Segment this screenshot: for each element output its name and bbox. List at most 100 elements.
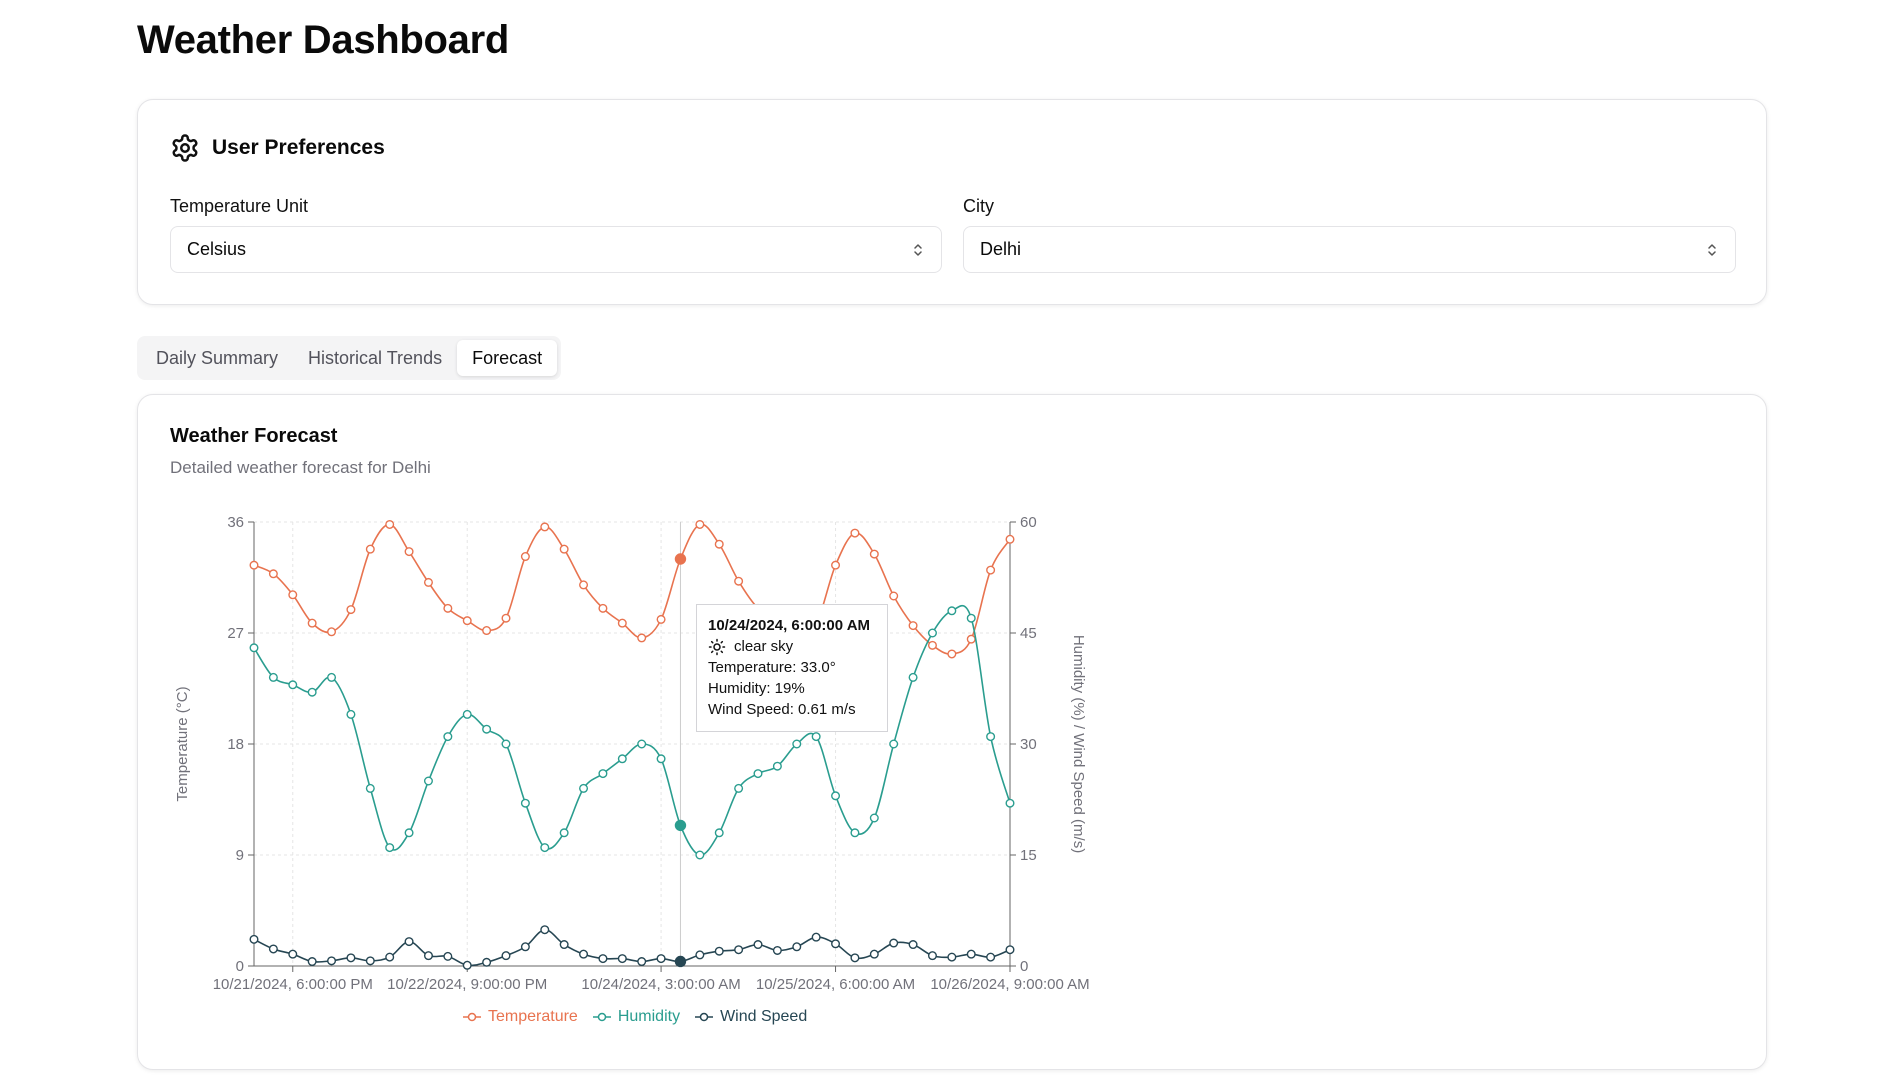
data-point-temperature[interactable] <box>869 549 879 559</box>
data-point-wind-speed[interactable] <box>869 949 879 959</box>
data-point-temperature[interactable] <box>617 618 627 628</box>
legend-item-humidity[interactable]: Humidity <box>592 1008 680 1026</box>
data-point-wind-speed[interactable] <box>734 945 744 955</box>
data-point-temperature[interactable] <box>579 580 589 590</box>
legend-item-temperature[interactable]: Temperature <box>462 1008 578 1026</box>
data-point-humidity[interactable] <box>656 754 666 764</box>
data-point-humidity[interactable] <box>268 672 278 682</box>
data-point-temperature[interactable] <box>1005 534 1015 544</box>
data-point-wind-speed[interactable] <box>249 934 259 944</box>
data-point-temperature[interactable] <box>908 621 918 631</box>
data-point-temperature[interactable] <box>327 627 337 637</box>
data-point-temperature[interactable] <box>674 553 687 565</box>
data-point-wind-speed[interactable] <box>753 940 763 950</box>
data-point-humidity[interactable] <box>772 761 782 771</box>
data-point-wind-speed[interactable] <box>404 937 414 947</box>
data-point-temperature[interactable] <box>850 528 860 538</box>
data-point-humidity[interactable] <box>443 732 453 742</box>
data-point-humidity[interactable] <box>889 739 899 749</box>
data-point-wind-speed[interactable] <box>695 950 705 960</box>
data-point-temperature[interactable] <box>443 603 453 613</box>
data-point-humidity[interactable] <box>695 850 705 860</box>
data-point-humidity[interactable] <box>947 606 957 616</box>
data-point-humidity[interactable] <box>850 828 860 838</box>
forecast-chart[interactable]: 0 9 18 27 36 0 15 30 45 60 10/21/2024, 6:00:00 PM 1… <box>0 0 1894 1076</box>
data-point-humidity[interactable] <box>908 672 918 682</box>
data-point-wind-speed[interactable] <box>1005 945 1015 955</box>
data-point-temperature[interactable] <box>249 560 259 570</box>
data-point-temperature[interactable] <box>714 539 724 549</box>
data-point-temperature[interactable] <box>889 591 899 601</box>
data-point-wind-speed[interactable] <box>501 951 511 961</box>
data-point-humidity[interactable] <box>831 791 841 801</box>
data-point-humidity[interactable] <box>753 769 763 779</box>
data-point-humidity[interactable] <box>927 628 937 638</box>
data-point-wind-speed[interactable] <box>850 953 860 963</box>
data-point-wind-speed[interactable] <box>656 954 666 964</box>
data-point-temperature[interactable] <box>966 634 976 644</box>
legend-item-wind-speed[interactable]: Wind Speed <box>694 1008 807 1026</box>
data-point-temperature[interactable] <box>637 633 647 643</box>
data-point-temperature[interactable] <box>365 544 375 554</box>
data-point-wind-speed[interactable] <box>482 957 492 967</box>
data-point-wind-speed[interactable] <box>598 954 608 964</box>
data-point-wind-speed[interactable] <box>268 944 278 954</box>
data-point-wind-speed[interactable] <box>674 955 687 968</box>
data-point-wind-speed[interactable] <box>520 942 530 952</box>
data-point-wind-speed[interactable] <box>307 957 317 967</box>
data-point-humidity[interactable] <box>249 643 259 653</box>
data-point-wind-speed[interactable] <box>462 960 472 970</box>
data-point-temperature[interactable] <box>831 560 841 570</box>
data-point-humidity[interactable] <box>404 828 414 838</box>
data-point-temperature[interactable] <box>462 616 472 626</box>
data-point-temperature[interactable] <box>288 590 298 600</box>
data-point-humidity[interactable] <box>559 828 569 838</box>
data-point-wind-speed[interactable] <box>559 940 569 950</box>
data-point-temperature[interactable] <box>734 576 744 586</box>
data-point-humidity[interactable] <box>365 783 375 793</box>
data-point-humidity[interactable] <box>520 798 530 808</box>
data-point-temperature[interactable] <box>404 547 414 557</box>
data-point-humidity[interactable] <box>540 843 550 853</box>
data-point-humidity[interactable] <box>714 828 724 838</box>
data-point-temperature[interactable] <box>423 577 433 587</box>
data-point-wind-speed[interactable] <box>811 932 821 942</box>
data-point-humidity[interactable] <box>307 687 317 697</box>
data-point-humidity[interactable] <box>579 783 589 793</box>
data-point-humidity[interactable] <box>811 732 821 742</box>
data-point-wind-speed[interactable] <box>889 938 899 948</box>
data-point-temperature[interactable] <box>598 603 608 613</box>
data-point-wind-speed[interactable] <box>385 952 395 962</box>
data-point-wind-speed[interactable] <box>617 954 627 964</box>
data-point-wind-speed[interactable] <box>908 940 918 950</box>
data-point-wind-speed[interactable] <box>327 956 337 966</box>
data-point-temperature[interactable] <box>540 522 550 532</box>
data-point-wind-speed[interactable] <box>288 949 298 959</box>
data-point-wind-speed[interactable] <box>927 951 937 961</box>
data-point-temperature[interactable] <box>947 649 957 659</box>
data-point-wind-speed[interactable] <box>423 951 433 961</box>
data-point-temperature[interactable] <box>385 519 395 529</box>
data-point-temperature[interactable] <box>346 605 356 615</box>
data-point-wind-speed[interactable] <box>540 925 550 935</box>
data-point-humidity[interactable] <box>674 819 687 832</box>
data-point-temperature[interactable] <box>482 626 492 636</box>
data-point-humidity[interactable] <box>327 672 337 682</box>
data-point-wind-speed[interactable] <box>772 945 782 955</box>
data-point-wind-speed[interactable] <box>637 957 647 967</box>
data-point-humidity[interactable] <box>792 739 802 749</box>
data-point-humidity[interactable] <box>734 783 744 793</box>
data-point-temperature[interactable] <box>559 544 569 554</box>
data-point-humidity[interactable] <box>385 843 395 853</box>
data-point-humidity[interactable] <box>986 732 996 742</box>
data-point-temperature[interactable] <box>307 618 317 628</box>
data-point-wind-speed[interactable] <box>443 951 453 961</box>
data-point-temperature[interactable] <box>986 565 996 575</box>
data-point-temperature[interactable] <box>268 569 278 579</box>
data-point-humidity[interactable] <box>346 709 356 719</box>
data-point-humidity[interactable] <box>869 813 879 823</box>
data-point-humidity[interactable] <box>501 739 511 749</box>
data-point-wind-speed[interactable] <box>346 953 356 963</box>
data-point-temperature[interactable] <box>656 614 666 624</box>
data-point-wind-speed[interactable] <box>831 939 841 949</box>
